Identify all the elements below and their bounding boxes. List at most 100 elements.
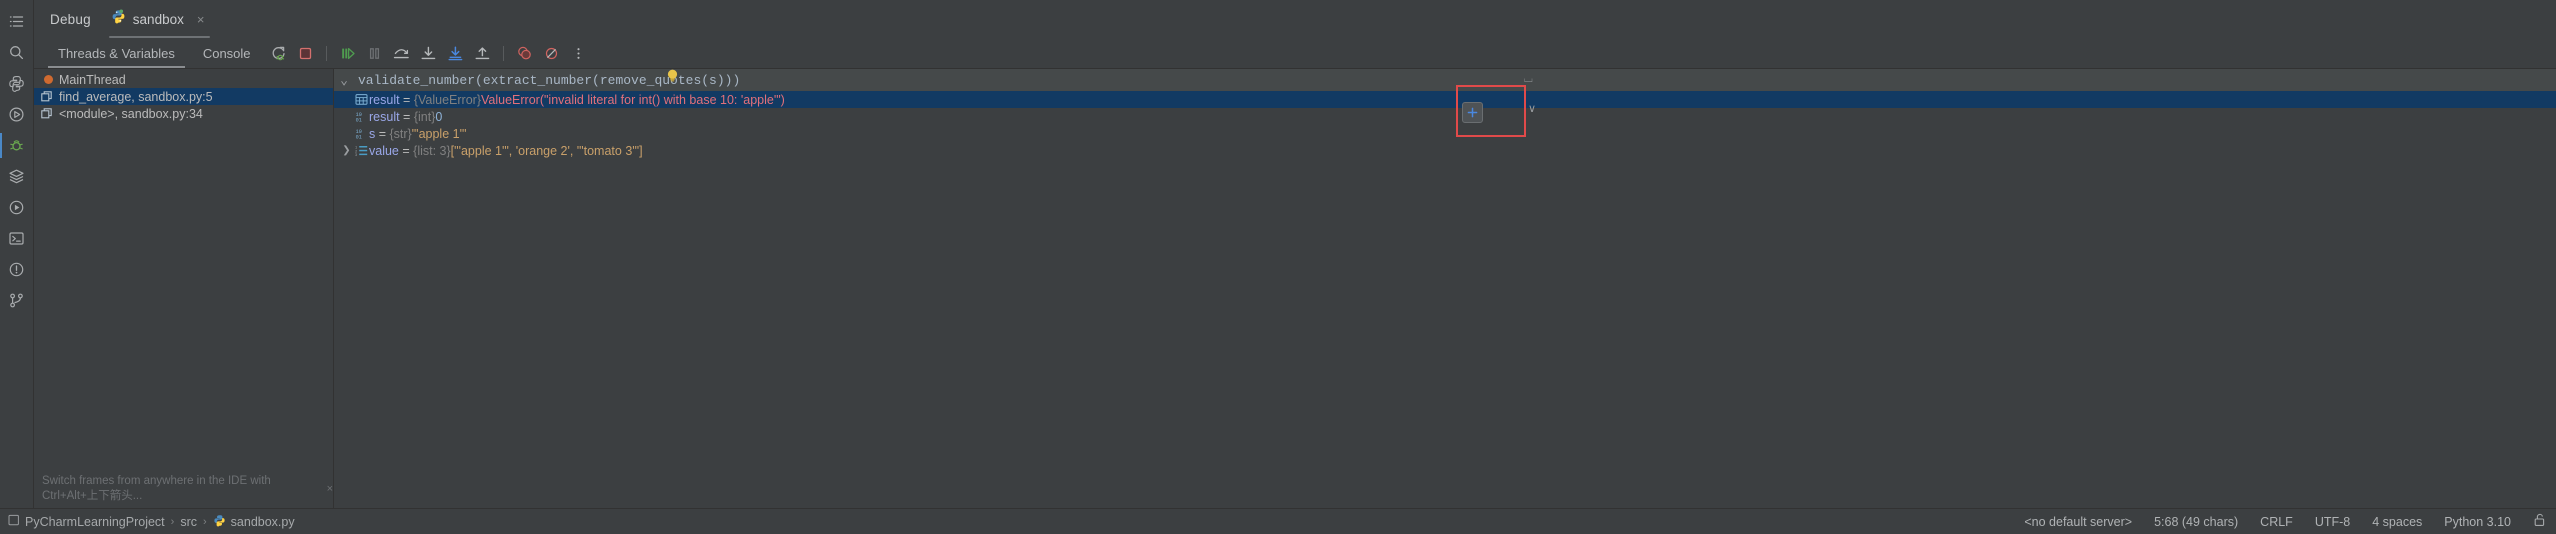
minimize-icon[interactable]: ⌴ [1524, 73, 1533, 86]
run-tab-label: sandbox [133, 12, 184, 27]
variable-icon: 10 01 [353, 110, 369, 123]
breadcrumb-project-label: PyCharmLearningProject [25, 515, 165, 529]
exception-icon [353, 93, 369, 106]
status-bar-right: <no default server> 5:68 (49 chars) CRLF… [2024, 513, 2546, 530]
breadcrumb: PyCharmLearningProject › src › sandbox.p… [8, 514, 295, 530]
default-server-status[interactable]: <no default server> [2024, 515, 2132, 529]
variables-panel: ⌄ validate_number(extract_number(remove_… [334, 69, 2556, 508]
variable-eq: = [375, 127, 389, 141]
breadcrumb-src-label: src [180, 515, 197, 529]
variable-row[interactable]: result = {ValueError} ValueError("invali… [334, 91, 2556, 108]
tab-console-label: Console [203, 46, 251, 61]
add-watch-button[interactable] [1462, 102, 1483, 123]
variable-row[interactable]: 10 01 s = {str} "'apple 1'" [334, 125, 2556, 142]
variable-type: {str} [390, 127, 412, 141]
more-options-icon[interactable] [566, 41, 591, 66]
version-control-icon[interactable] [0, 285, 34, 316]
plus-icon [1467, 107, 1478, 118]
thread-status-dot [44, 75, 53, 84]
evaluated-expression-header: ⌄ validate_number(extract_number(remove_… [334, 69, 2556, 91]
page-title: Debug [44, 12, 103, 27]
intention-bulb-icon[interactable] [664, 65, 680, 87]
breadcrumb-item-src[interactable]: src [180, 515, 197, 529]
services-icon[interactable] [0, 192, 34, 223]
python-interpreter[interactable]: Python 3.10 [2444, 515, 2511, 529]
project-icon [8, 514, 20, 529]
svg-text:01: 01 [355, 134, 361, 140]
run-configuration-tab[interactable]: sandbox × [103, 0, 217, 38]
variable-value: ValueError("invalid literal for int() wi… [481, 93, 785, 107]
lock-icon[interactable] [2533, 513, 2546, 530]
python-file-icon [111, 9, 126, 29]
variable-row[interactable]: 10 01 result = {int} 0 [334, 108, 2556, 125]
step-over-icon[interactable] [389, 41, 414, 66]
tab-threads-variables[interactable]: Threads & Variables [44, 38, 189, 68]
chevron-down-icon[interactable]: ∨ [1528, 102, 1536, 115]
debug-tool-window: Debug sandbox × [34, 0, 2556, 508]
step-into-icon[interactable] [416, 41, 441, 66]
pause-program-icon[interactable] [362, 41, 387, 66]
resume-program-icon[interactable] [335, 41, 360, 66]
breadcrumb-item-file[interactable]: sandbox.py [213, 514, 295, 530]
database-icon[interactable] [0, 161, 34, 192]
tab-console[interactable]: Console [189, 38, 265, 68]
debug-toolbar: Threads & Variables Console [34, 38, 2556, 68]
force-step-into-icon[interactable] [443, 41, 468, 66]
evaluated-expression-text: validate_number(extract_number(remove_qu… [354, 73, 740, 88]
line-separator[interactable]: CRLF [2260, 515, 2293, 529]
variable-value: ["'apple 1'", 'orange 2', "'tomato 3'"] [451, 144, 643, 158]
caret-position[interactable]: 5:68 (49 chars) [2154, 515, 2238, 529]
breadcrumb-separator: › [203, 516, 207, 528]
toolbar-separator [326, 46, 327, 61]
step-out-icon[interactable] [470, 41, 495, 66]
debug-icon[interactable] [0, 130, 34, 161]
run-icon[interactable] [0, 99, 34, 130]
expand-caret[interactable]: ❯ [340, 145, 353, 156]
frames-hint-close-icon[interactable]: × [327, 483, 333, 495]
svg-text:01: 01 [355, 117, 361, 123]
debug-tab-header: Debug sandbox × [34, 0, 2556, 38]
search-icon[interactable] [0, 37, 34, 68]
file-encoding[interactable]: UTF-8 [2315, 515, 2350, 529]
variable-row[interactable]: ❯ 1 2 3 value = [334, 142, 2556, 159]
python-package-icon[interactable] [0, 68, 34, 99]
frames-panel: MainThread find_average, sandbox.py:5 [34, 69, 334, 508]
frame-row[interactable]: <module>, sandbox.py:34 [34, 105, 333, 122]
frames-hint-text: Switch frames from anywhere in the IDE w… [42, 475, 323, 503]
mute-breakpoints-icon[interactable] [539, 41, 564, 66]
tab-threads-variables-label: Threads & Variables [58, 46, 175, 61]
indent-setting[interactable]: 4 spaces [2372, 515, 2422, 529]
thread-row[interactable]: MainThread [34, 71, 333, 88]
list-icon: 1 2 3 [353, 144, 369, 157]
variable-eq: = [399, 144, 413, 158]
toolbar-separator-2 [503, 46, 504, 61]
window-body: Debug sandbox × [0, 0, 2556, 508]
breadcrumb-file-label: sandbox.py [231, 515, 295, 529]
variable-eq: = [400, 93, 414, 107]
variable-eq: = [400, 110, 414, 124]
frame-row[interactable]: find_average, sandbox.py:5 [34, 88, 333, 105]
stop-icon[interactable] [293, 41, 318, 66]
variable-name: result [369, 110, 400, 124]
breadcrumb-separator: › [171, 516, 175, 528]
svg-text:3: 3 [355, 154, 357, 157]
pycharm-debug-window: Debug sandbox × [0, 0, 2556, 534]
chevron-down-icon[interactable]: ⌄ [334, 69, 354, 91]
frame-label: <module>, sandbox.py:34 [59, 107, 203, 121]
variable-type: {int} [414, 110, 436, 124]
stack-frame-icon [40, 107, 53, 120]
close-icon[interactable]: × [191, 13, 211, 26]
python-file-icon [213, 514, 226, 530]
problems-icon[interactable] [0, 254, 34, 285]
rerun-debug-icon[interactable] [266, 41, 291, 66]
view-breakpoints-icon[interactable] [512, 41, 537, 66]
variable-name: result [369, 93, 400, 107]
breadcrumb-item-project[interactable]: PyCharmLearningProject [8, 514, 165, 529]
variable-type: {list: 3} [413, 144, 451, 158]
frames-hint: Switch frames from anywhere in the IDE w… [34, 475, 333, 503]
menu-icon[interactable] [0, 6, 34, 37]
stack-frame-icon [40, 90, 53, 103]
thread-label: MainThread [59, 73, 126, 87]
terminal-icon[interactable] [0, 223, 34, 254]
activity-rail [0, 0, 34, 508]
